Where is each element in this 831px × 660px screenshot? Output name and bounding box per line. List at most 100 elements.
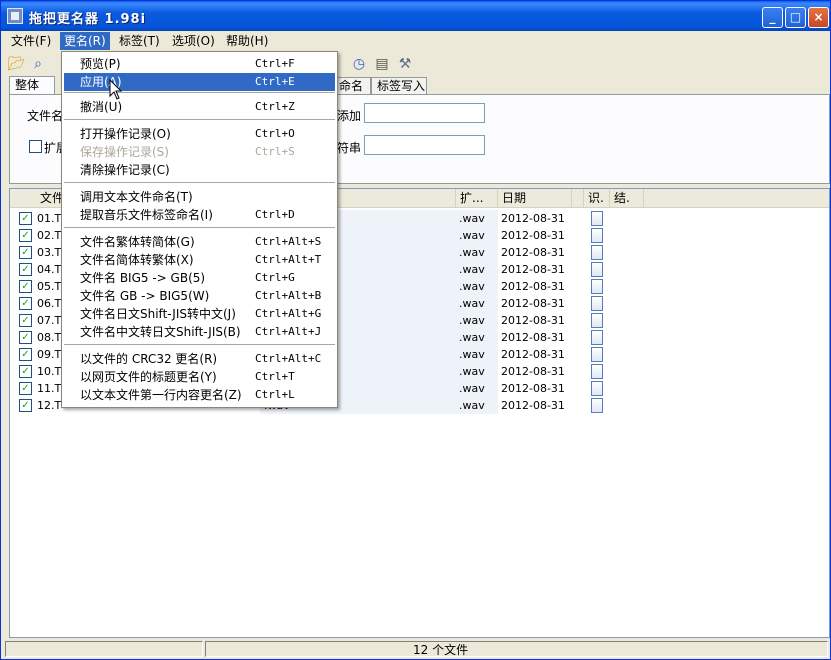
menu-item-shortcut: Ctrl+O xyxy=(255,127,295,140)
menu-item-shortcut: Ctrl+L xyxy=(255,388,295,401)
menu-item-shortcut: Ctrl+T xyxy=(255,370,295,383)
row-checkbox[interactable]: ✓ xyxy=(19,314,32,327)
search-icon[interactable]: ⌕ xyxy=(29,55,47,73)
row-checkbox[interactable]: ✓ xyxy=(19,280,32,293)
menu-item-clear-log[interactable]: 清除操作记录(C) xyxy=(64,161,335,179)
add-input[interactable] xyxy=(364,103,485,123)
menu-item-apply[interactable]: 应用(A) Ctrl+E xyxy=(64,73,335,91)
minimize-button[interactable]: _ xyxy=(762,7,783,28)
app-icon xyxy=(7,8,23,24)
menu-item-shortcut: Ctrl+F xyxy=(255,57,295,70)
open-folder-icon[interactable]: 📂︎ xyxy=(7,55,25,73)
menu-tags[interactable]: 标签(T) xyxy=(115,32,164,50)
tab-tag-write[interactable]: 标签写入 xyxy=(371,77,427,95)
header-ext[interactable]: 扩... xyxy=(456,189,498,207)
file-icon xyxy=(591,347,603,362)
row-ext: .wav xyxy=(456,380,498,397)
extension-checkbox[interactable] xyxy=(29,140,42,153)
mouse-cursor-icon xyxy=(109,79,123,100)
menu-options[interactable]: 选项(O) xyxy=(168,32,219,50)
menu-item-crc32-rename[interactable]: 以文件的 CRC32 更名(R) Ctrl+Alt+C xyxy=(64,350,335,368)
file-icon xyxy=(591,211,603,226)
menu-item-label: 文件名日文Shift-JIS转中文(J) xyxy=(80,307,236,321)
add-label: 添加 xyxy=(337,109,362,123)
row-ext: .wav xyxy=(456,210,498,227)
row-checkbox[interactable]: ✓ xyxy=(19,297,32,310)
file-count: 12 个文件 xyxy=(413,643,469,657)
row-ext: .wav xyxy=(456,278,498,295)
menu-item-label: 打开操作记录(O) xyxy=(80,127,171,141)
menu-item-shortcut: Ctrl+Alt+T xyxy=(255,253,322,266)
row-checkbox[interactable]: ✓ xyxy=(19,246,32,259)
row-checkbox[interactable]: ✓ xyxy=(19,382,32,395)
menu-item-trad-to-simp[interactable]: 文件名繁体转简体(G) Ctrl+Alt+S xyxy=(64,233,335,251)
title-bar[interactable]: 拖把更名器 1.98i _ □ × xyxy=(1,1,830,31)
menu-item-music-tag-rename[interactable]: 提取音乐文件标签命名(I) Ctrl+D xyxy=(64,206,335,224)
row-checkbox[interactable]: ✓ xyxy=(19,348,32,361)
row-checkbox[interactable]: ✓ xyxy=(19,212,32,225)
menu-item-open-log[interactable]: 打开操作记录(O) Ctrl+O xyxy=(64,125,335,143)
menu-rename[interactable]: 更名(R) xyxy=(60,32,110,50)
row-date: 2012-08-31 xyxy=(501,280,565,293)
tab-naming[interactable]: 命名 xyxy=(333,77,371,95)
close-button[interactable]: × xyxy=(808,7,829,28)
menu-item-text-file-rename[interactable]: 调用文本文件命名(T) xyxy=(64,188,335,206)
clock-icon[interactable]: ◷ xyxy=(350,55,368,73)
row-ext: .wav xyxy=(456,227,498,244)
row-ext: .wav xyxy=(456,329,498,346)
menu-item-first-line-rename[interactable]: 以文本文件第一行内容更名(Z) Ctrl+L xyxy=(64,386,335,404)
file-icon xyxy=(591,381,603,396)
row-checkbox[interactable]: ✓ xyxy=(19,263,32,276)
menu-item-label: 文件名 GB -> BIG5(W) xyxy=(80,289,210,303)
menu-item-big5-to-gb[interactable]: 文件名 BIG5 -> GB(5) Ctrl+G xyxy=(64,269,335,287)
header-recog[interactable]: 识. xyxy=(584,189,610,207)
row-date: 2012-08-31 xyxy=(501,382,565,395)
app-window: 拖把更名器 1.98i _ □ × 文件(F) 更名(R) 标签(T) 选项(O… xyxy=(0,0,831,660)
file-icon xyxy=(591,330,603,345)
maximize-button[interactable]: □ xyxy=(785,7,806,28)
menu-file[interactable]: 文件(F) xyxy=(7,32,55,50)
menu-item-shortcut: Ctrl+S xyxy=(255,145,295,158)
row-checkbox[interactable]: ✓ xyxy=(19,229,32,242)
menu-item-simp-to-trad[interactable]: 文件名简体转繁体(X) Ctrl+Alt+T xyxy=(64,251,335,269)
string-label: 符串 xyxy=(337,141,362,155)
menu-item-preview[interactable]: 预览(P) Ctrl+F xyxy=(64,55,335,73)
string-input[interactable] xyxy=(364,135,485,155)
menu-item-label: 保存操作记录(S) xyxy=(80,145,169,159)
menu-item-sjis-to-chinese[interactable]: 文件名日文Shift-JIS转中文(J) Ctrl+Alt+G xyxy=(64,305,335,323)
row-date: 2012-08-31 xyxy=(501,263,565,276)
menu-item-save-log[interactable]: 保存操作记录(S) Ctrl+S xyxy=(64,143,335,161)
menu-item-undo[interactable]: 撤消(U) Ctrl+Z xyxy=(64,98,335,116)
row-date: 2012-08-31 xyxy=(501,314,565,327)
wrench-icon[interactable]: ⚒ xyxy=(396,55,414,73)
tab-overall[interactable]: 整体 xyxy=(9,76,55,96)
file-icon xyxy=(591,262,603,277)
filename-label: 文件名 xyxy=(27,109,64,123)
menu-item-chinese-to-sjis[interactable]: 文件名中文转日文Shift-JIS(B) Ctrl+Alt+J xyxy=(64,323,335,341)
menu-item-shortcut: Ctrl+G xyxy=(255,271,295,284)
file-icon xyxy=(591,364,603,379)
menu-item-label: 提取音乐文件标签命名(I) xyxy=(80,208,213,222)
row-date: 2012-08-31 xyxy=(501,365,565,378)
menu-item-label: 文件名繁体转简体(G) xyxy=(80,235,195,249)
menu-item-label: 以网页文件的标题更名(Y) xyxy=(80,370,217,384)
row-ext: .wav xyxy=(456,295,498,312)
menu-help[interactable]: 帮助(H) xyxy=(222,32,272,50)
panel-icon[interactable]: ▤ xyxy=(373,55,391,73)
rename-menu: 预览(P) Ctrl+F 应用(A) Ctrl+E 撤消(U) Ctrl+Z 打开操作记录(… xyxy=(61,51,338,408)
row-checkbox[interactable]: ✓ xyxy=(19,365,32,378)
row-date: 2012-08-31 xyxy=(501,331,565,344)
menu-item-label: 清除操作记录(C) xyxy=(80,163,170,177)
menu-item-gb-to-big5[interactable]: 文件名 GB -> BIG5(W) Ctrl+Alt+B xyxy=(64,287,335,305)
header-result[interactable]: 结. xyxy=(610,189,644,207)
row-checkbox[interactable]: ✓ xyxy=(19,399,32,412)
header-date[interactable]: 日期 xyxy=(498,189,572,207)
menu-item-webpage-title-rename[interactable]: 以网页文件的标题更名(Y) Ctrl+T xyxy=(64,368,335,386)
menu-item-label: 调用文本文件命名(T) xyxy=(80,190,193,204)
status-bar: 12 个文件 xyxy=(1,639,830,659)
row-ext: .wav xyxy=(456,312,498,329)
menu-item-shortcut: Ctrl+Alt+C xyxy=(255,352,322,365)
row-date: 2012-08-31 xyxy=(501,297,565,310)
row-checkbox[interactable]: ✓ xyxy=(19,331,32,344)
row-ext: .wav xyxy=(456,397,498,414)
